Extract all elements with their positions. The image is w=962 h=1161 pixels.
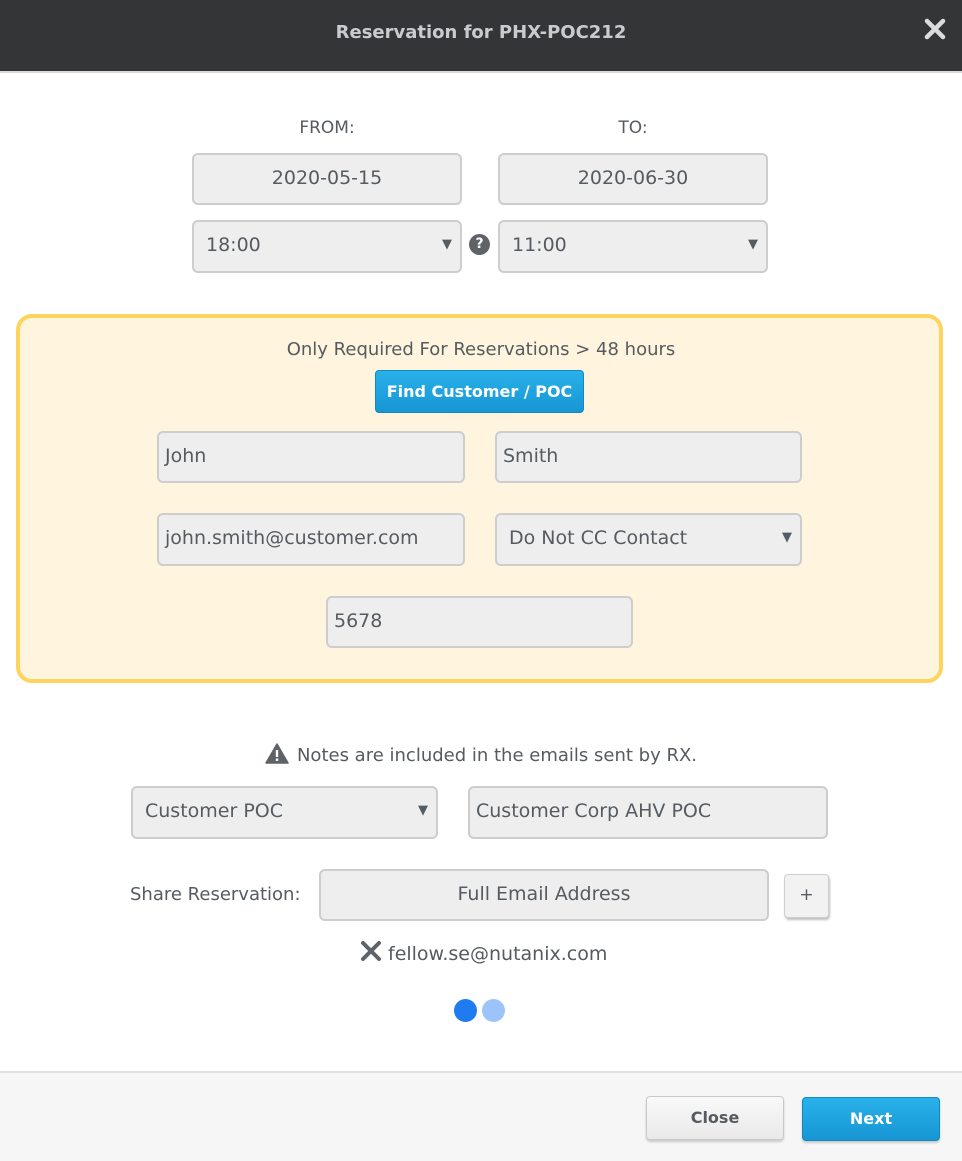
notes-input[interactable]: Customer Corp AHV POC bbox=[468, 786, 828, 839]
poc-requirement-note: Only Required For Reservations > 48 hour… bbox=[286, 339, 676, 360]
to-label: TO: bbox=[618, 118, 648, 138]
step-indicator-2 bbox=[482, 999, 505, 1022]
first-name-input[interactable]: John bbox=[157, 431, 465, 483]
last-name-input[interactable]: Smith bbox=[495, 431, 802, 483]
from-date-input[interactable]: 2020-05-15 bbox=[192, 153, 462, 205]
chevron-down-icon: ▼ bbox=[418, 803, 428, 818]
share-reservation-label: Share Reservation: bbox=[130, 884, 301, 905]
to-time-value: 11:00 bbox=[512, 234, 567, 256]
shared-email-address: fellow.se@nutanix.com bbox=[388, 943, 608, 965]
help-icon[interactable]: ? bbox=[469, 234, 490, 255]
email-input[interactable]: john.smith@customer.com bbox=[157, 513, 465, 566]
notes-warning-text: Notes are included in the emails sent by… bbox=[296, 745, 698, 766]
next-button[interactable]: Next bbox=[802, 1097, 940, 1141]
shared-email-item: fellow.se@nutanix.com bbox=[360, 940, 607, 967]
chevron-down-icon: ▼ bbox=[782, 530, 792, 545]
notes-warning: Notes are included in the emails sent by… bbox=[0, 743, 962, 766]
from-label: FROM: bbox=[299, 118, 355, 138]
cc-contact-value: Do Not CC Contact bbox=[509, 527, 688, 549]
close-icon[interactable] bbox=[921, 15, 949, 43]
phone-input[interactable]: 5678 bbox=[326, 596, 633, 648]
to-date-input[interactable]: 2020-06-30 bbox=[498, 153, 768, 205]
to-time-select[interactable]: 11:00 ▼ bbox=[498, 220, 768, 273]
find-customer-button[interactable]: Find Customer / POC bbox=[375, 370, 584, 413]
modal-header: Reservation for PHX-POC212 bbox=[0, 0, 962, 73]
notes-type-value: Customer POC bbox=[145, 800, 284, 822]
from-time-select[interactable]: 18:00 ▼ bbox=[192, 220, 462, 273]
from-time-value: 18:00 bbox=[206, 234, 261, 256]
notes-type-select[interactable]: Customer POC ▼ bbox=[131, 786, 438, 839]
step-indicator-1 bbox=[454, 999, 477, 1022]
chevron-down-icon: ▼ bbox=[748, 237, 758, 252]
cc-contact-select[interactable]: Do Not CC Contact ▼ bbox=[495, 513, 802, 566]
modal-title: Reservation for PHX-POC212 bbox=[335, 22, 627, 43]
add-email-button[interactable]: + bbox=[784, 874, 829, 918]
chevron-down-icon: ▼ bbox=[442, 237, 452, 252]
remove-icon[interactable] bbox=[360, 940, 382, 967]
close-button[interactable]: Close bbox=[646, 1096, 784, 1140]
share-email-input[interactable]: Full Email Address bbox=[319, 869, 769, 921]
warning-icon bbox=[265, 743, 289, 764]
